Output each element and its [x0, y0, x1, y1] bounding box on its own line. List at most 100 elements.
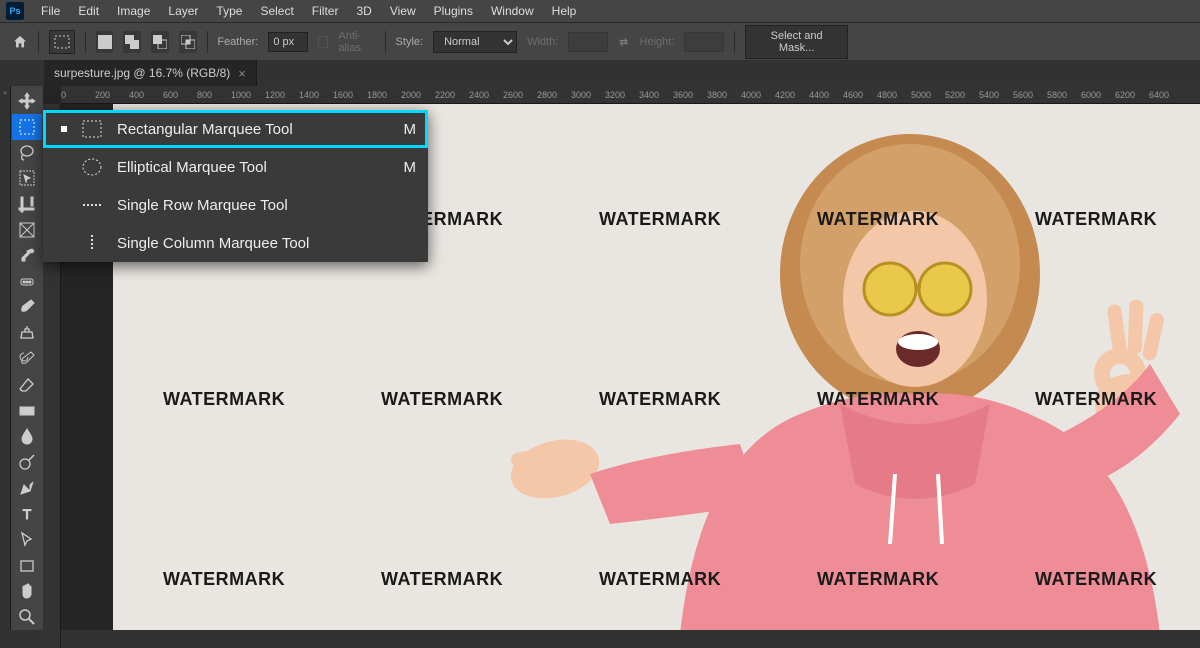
- watermark-text: WATERMARK: [381, 569, 503, 590]
- dodge-tool[interactable]: [12, 449, 42, 475]
- history-brush-tool[interactable]: [12, 346, 42, 372]
- selection-add-button[interactable]: [123, 31, 141, 53]
- pen-tool[interactable]: [12, 475, 42, 501]
- menu-window[interactable]: Window: [482, 1, 543, 21]
- width-label: Width:: [527, 36, 558, 48]
- zoom-tool[interactable]: [12, 604, 42, 630]
- menu-help[interactable]: Help: [543, 1, 586, 21]
- menu-filter[interactable]: Filter: [303, 1, 348, 21]
- menu-type[interactable]: Type: [207, 1, 251, 21]
- flyout-item-shortcut: M: [404, 121, 417, 138]
- tool-preset-button[interactable]: [49, 30, 75, 54]
- flyout-item-single-col-marquee[interactable]: Single Column Marquee Tool: [43, 224, 428, 262]
- watermark-text: WATERMARK: [599, 209, 721, 230]
- frame-tool[interactable]: [12, 217, 42, 243]
- eyedropper-tool[interactable]: [12, 243, 42, 269]
- watermark-text: WATERMARK: [381, 389, 503, 410]
- ruler-tick: 1600: [333, 90, 353, 100]
- clone-tool[interactable]: [12, 320, 42, 346]
- divider: [85, 31, 86, 53]
- app-logo: Ps: [6, 2, 24, 20]
- select-and-mask-button[interactable]: Select and Mask...: [745, 25, 848, 59]
- ruler-tick: 5600: [1013, 90, 1033, 100]
- ruler-tick: 3200: [605, 90, 625, 100]
- rect-marquee-icon: [81, 120, 103, 138]
- width-input: [568, 32, 608, 52]
- ruler-tick: 400: [129, 90, 144, 100]
- marquee-tool[interactable]: [12, 114, 42, 140]
- lasso-tool[interactable]: [12, 140, 42, 166]
- horizontal-ruler[interactable]: 0200400600800100012001400160018002000220…: [61, 86, 1200, 104]
- ellipse-marquee-icon: [81, 158, 103, 176]
- home-icon[interactable]: [12, 33, 28, 51]
- blur-tool[interactable]: [12, 424, 42, 450]
- tab-bar: surpesture.jpg @ 16.7% (RGB/8) ×: [0, 60, 1200, 86]
- row-marquee-icon: [81, 196, 103, 214]
- flyout-item-elliptical-marquee[interactable]: Elliptical Marquee Tool M: [43, 148, 428, 186]
- document-tab[interactable]: surpesture.jpg @ 16.7% (RGB/8) ×: [44, 60, 257, 86]
- ruler-tick: 4200: [775, 90, 795, 100]
- menu-plugins[interactable]: Plugins: [425, 1, 482, 21]
- svg-text:T: T: [23, 506, 32, 522]
- ruler-tick: 1200: [265, 90, 285, 100]
- rectangle-tool[interactable]: [12, 553, 42, 579]
- path-select-tool[interactable]: [12, 527, 42, 553]
- divider: [207, 31, 208, 53]
- flyout-item-shortcut: M: [404, 159, 417, 176]
- menu-3d[interactable]: 3D: [347, 1, 380, 21]
- swap-icon: [618, 35, 629, 49]
- feather-input[interactable]: [268, 32, 308, 52]
- menu-layer[interactable]: Layer: [159, 1, 207, 21]
- ruler-tick: 2400: [469, 90, 489, 100]
- ruler-tick: 4400: [809, 90, 829, 100]
- gradient-tool[interactable]: [12, 398, 42, 424]
- height-label: Height:: [640, 36, 675, 48]
- flyout-item-label: Single Column Marquee Tool: [117, 235, 402, 252]
- menu-select[interactable]: Select: [251, 1, 302, 21]
- ruler-tick: 800: [197, 90, 212, 100]
- watermark-text: WATERMARK: [1035, 209, 1157, 230]
- divider: [734, 31, 735, 53]
- type-tool[interactable]: T: [12, 501, 42, 527]
- menu-edit[interactable]: Edit: [69, 1, 108, 21]
- ruler-tick: 1800: [367, 90, 387, 100]
- panel-collapse-toggle[interactable]: »: [0, 86, 11, 630]
- flyout-item-single-row-marquee[interactable]: Single Row Marquee Tool: [43, 186, 428, 224]
- move-tool[interactable]: [12, 88, 42, 114]
- ruler-tick: 5000: [911, 90, 931, 100]
- selection-subtract-button[interactable]: [151, 31, 169, 53]
- selection-new-button[interactable]: [96, 31, 114, 53]
- antialias-checkbox: [318, 36, 328, 48]
- brush-tool[interactable]: [12, 295, 42, 321]
- ruler-tick: 6000: [1081, 90, 1101, 100]
- ruler-tick: 2600: [503, 90, 523, 100]
- watermark-text: WATERMARK: [817, 209, 939, 230]
- flyout-item-label: Elliptical Marquee Tool: [117, 159, 390, 176]
- menu-view[interactable]: View: [381, 1, 425, 21]
- ruler-tick: 0: [61, 90, 66, 100]
- selection-intersect-button[interactable]: [179, 31, 197, 53]
- ruler-tick: 3000: [571, 90, 591, 100]
- hand-tool[interactable]: [12, 578, 42, 604]
- watermark-text: WATERMARK: [163, 389, 285, 410]
- close-tab-icon[interactable]: ×: [238, 66, 246, 81]
- feather-label: Feather:: [217, 36, 258, 48]
- flyout-item-rectangular-marquee[interactable]: Rectangular Marquee Tool M: [43, 110, 428, 148]
- menu-file[interactable]: File: [32, 1, 69, 21]
- options-bar: Feather: Anti-alias Style: Normal Width:…: [0, 22, 1200, 60]
- watermark-text: WATERMARK: [163, 569, 285, 590]
- style-select[interactable]: Normal: [433, 31, 517, 53]
- eraser-tool[interactable]: [12, 372, 42, 398]
- ruler-tick: 6400: [1149, 90, 1169, 100]
- menu-image[interactable]: Image: [108, 1, 159, 21]
- ruler-tick: 3400: [639, 90, 659, 100]
- ruler-tick: 1400: [299, 90, 319, 100]
- watermark-text: WATERMARK: [1035, 569, 1157, 590]
- ruler-tick: 6200: [1115, 90, 1135, 100]
- active-indicator-icon: [61, 126, 67, 132]
- crop-tool[interactable]: [12, 191, 42, 217]
- healing-tool[interactable]: [12, 269, 42, 295]
- ruler-tick: 4600: [843, 90, 863, 100]
- object-select-tool[interactable]: [12, 165, 42, 191]
- ruler-tick: 5200: [945, 90, 965, 100]
